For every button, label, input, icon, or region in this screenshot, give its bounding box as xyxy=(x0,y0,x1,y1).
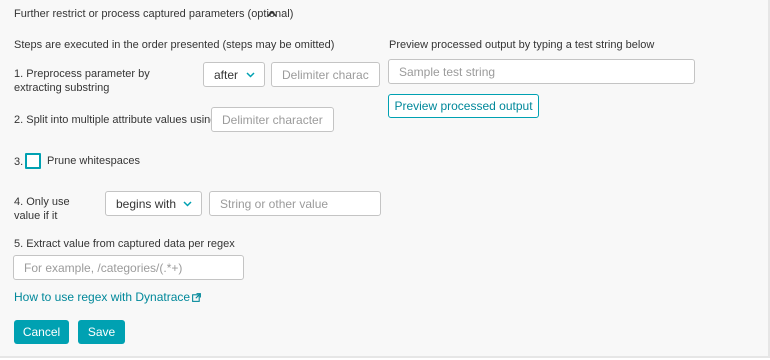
step5-label: 5. Extract value from captured data per … xyxy=(14,238,235,250)
chevron-down-icon xyxy=(246,71,255,78)
step4-label: 4. Only use value if it xyxy=(14,196,70,222)
step3-number: 3. xyxy=(14,156,24,168)
chevron-up-icon[interactable] xyxy=(266,9,278,19)
step2-label: 2. Split into multiple attribute values … xyxy=(14,114,217,126)
regex-input[interactable] xyxy=(13,255,244,280)
step1-label: 1. Preprocess parameter by extracting su… xyxy=(14,68,150,94)
external-link-icon xyxy=(192,292,202,302)
cancel-button[interactable]: Cancel xyxy=(14,320,69,344)
step4-select-value: begins with xyxy=(116,196,177,211)
sample-test-string-input[interactable] xyxy=(388,59,695,84)
step1-select-value: after xyxy=(214,67,239,82)
step2-delimiter-input[interactable] xyxy=(211,107,334,132)
regex-help-link[interactable]: How to use regex with Dynatrace xyxy=(14,290,202,304)
preview-output-button[interactable]: Preview processed output xyxy=(388,94,539,118)
steps-intro-text: Steps are executed in the order presente… xyxy=(14,39,335,51)
prune-whitespaces-label[interactable]: Prune whitespaces xyxy=(47,154,140,168)
regex-help-link-label[interactable]: How to use regex with Dynatrace xyxy=(14,290,190,304)
save-button[interactable]: Save xyxy=(78,320,125,344)
step1-delimiter-input[interactable] xyxy=(271,62,380,87)
preview-title: Preview processed output by typing a tes… xyxy=(389,39,655,51)
chevron-down-icon xyxy=(183,200,192,207)
step4-value-input[interactable] xyxy=(209,191,381,216)
step4-condition-select[interactable]: begins with xyxy=(105,191,202,216)
section-header-title[interactable]: Further restrict or process captured par… xyxy=(14,7,293,21)
step1-extract-select[interactable]: after xyxy=(203,62,265,87)
restrict-parameters-panel: Further restrict or process captured par… xyxy=(0,0,770,358)
prune-whitespaces-checkbox[interactable] xyxy=(25,153,41,169)
